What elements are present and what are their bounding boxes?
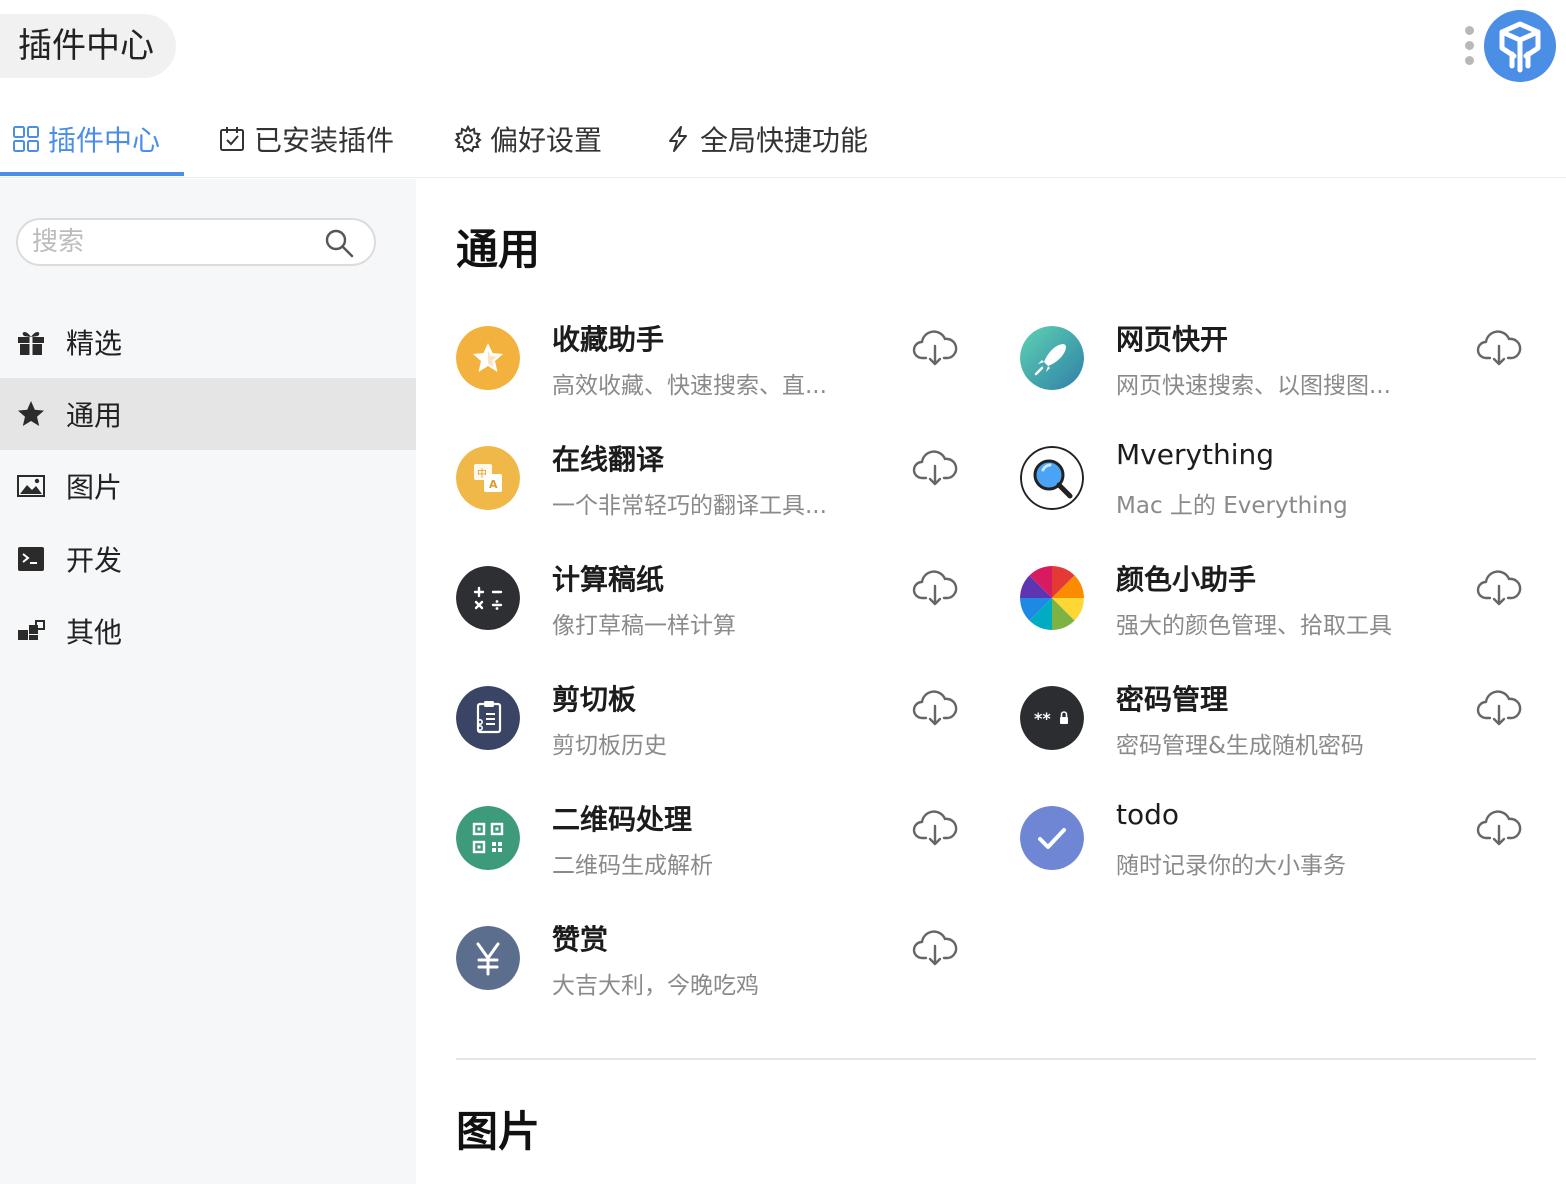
sidebar-item-label: 开发 (66, 544, 123, 577)
plugin-description: 像打草稿一样计算 (552, 613, 736, 639)
plugin-card-calculator[interactable]: 计算稿纸 像打草稿一样计算 (456, 558, 976, 658)
plugin-card-web-launcher[interactable]: 网页快开 网页快速搜索、以图搜图... (1020, 318, 1540, 418)
download-cloud-icon[interactable] (1476, 688, 1522, 728)
tab-global-shortcuts[interactable]: 全局快捷功能 (664, 100, 868, 178)
plugin-card-todo[interactable]: todo 随时记录你的大小事务 (1020, 798, 1540, 898)
calculator-icon (456, 566, 520, 630)
sidebar-item-label: 其他 (66, 616, 123, 649)
plugin-name: 网页快开 (1116, 323, 1229, 356)
download-cloud-icon[interactable] (912, 328, 958, 368)
tab-label: 插件中心 (48, 124, 161, 157)
download-cloud-icon[interactable] (912, 928, 958, 968)
rocket-icon (1020, 326, 1084, 390)
image-icon (16, 471, 46, 501)
plugin-card-clipboard[interactable]: 剪切板 剪切板历史 (456, 678, 976, 778)
tab-label: 已安装插件 (254, 124, 395, 157)
plugin-name: 密码管理 (1116, 683, 1229, 716)
plugin-description: 剪切板历史 (552, 733, 667, 759)
plugin-name: 赞赏 (552, 923, 609, 956)
download-cloud-icon[interactable] (912, 688, 958, 728)
sidebar-item-label: 精选 (66, 327, 123, 360)
plugin-description: 随时记录你的大小事务 (1116, 853, 1346, 879)
plugin-name: 二维码处理 (552, 803, 693, 836)
plugin-card-bookmarks[interactable]: 收藏助手 高效收藏、快速搜索、直... (456, 318, 976, 418)
tab-installed-plugins[interactable]: 已安装插件 (218, 100, 394, 178)
sidebar: 精选 通用 图片 (0, 179, 416, 1184)
plugin-description: 网页快速搜索、以图搜图... (1116, 373, 1391, 399)
tab-plugin-center[interactable]: 插件中心 (12, 100, 160, 178)
terminal-icon (16, 544, 46, 574)
plugin-card-color-helper[interactable]: 颜色小助手 强大的颜色管理、拾取工具 (1020, 558, 1540, 658)
plugin-name: 颜色小助手 (1116, 563, 1257, 596)
sidebar-item-featured[interactable]: 精选 (0, 306, 416, 378)
plugin-card-translate[interactable]: 中 A 在线翻译 一个非常轻巧的翻译工具... (456, 438, 976, 538)
plugin-description: Mac 上的 Everything (1116, 493, 1348, 519)
lightning-icon (669, 126, 687, 152)
download-cloud-icon[interactable] (1476, 328, 1522, 368)
svg-text:A: A (489, 478, 498, 491)
active-tab-indicator (0, 172, 184, 176)
tab-preferences[interactable]: 偏好设置 (454, 100, 602, 178)
app-logo-icon[interactable] (1484, 10, 1556, 82)
plugin-description: 强大的颜色管理、拾取工具 (1116, 613, 1392, 639)
qrcode-icon (456, 806, 520, 870)
section-divider (456, 1058, 1536, 1060)
sidebar-item-label: 图片 (66, 471, 123, 504)
magnifier-icon (1020, 446, 1084, 510)
download-cloud-icon[interactable] (912, 808, 958, 848)
search-icon[interactable] (324, 228, 354, 258)
section-title-general: 通用 (456, 225, 541, 274)
grid-icon (13, 126, 39, 152)
plugin-name: Mverything (1116, 438, 1275, 471)
sidebar-item-images[interactable]: 图片 (0, 450, 416, 522)
plugin-name: 在线翻译 (552, 443, 665, 476)
search-box (16, 218, 376, 266)
download-cloud-icon[interactable] (912, 448, 958, 488)
calendar-check-icon (220, 127, 244, 151)
plugin-description: 密码管理&生成随机密码 (1116, 733, 1364, 759)
yen-icon (456, 926, 520, 990)
svg-text:中: 中 (477, 467, 487, 480)
color-wheel-icon (1020, 566, 1084, 630)
download-cloud-icon[interactable] (1476, 568, 1522, 608)
page-title: 插件中心 (0, 14, 176, 78)
plugin-description: 高效收藏、快速搜索、直... (552, 373, 827, 399)
plugin-name: 剪切板 (552, 683, 637, 716)
download-cloud-icon[interactable] (1476, 808, 1522, 848)
plugin-description: 一个非常轻巧的翻译工具... (552, 493, 827, 519)
plugin-card-qrcode[interactable]: 二维码处理 二维码生成解析 (456, 798, 976, 898)
section-title-images: 图片 (456, 1107, 541, 1156)
plugin-name: todo (1116, 798, 1180, 831)
search-input[interactable] (32, 224, 322, 260)
plugin-card-password[interactable]: ** 密码管理 密码管理&生成随机密码 (1020, 678, 1540, 778)
plugin-name: 计算稿纸 (552, 563, 665, 596)
sidebar-item-label: 通用 (66, 399, 123, 432)
plugin-description: 二维码生成解析 (552, 853, 713, 879)
sidebar-item-development[interactable]: 开发 (0, 523, 416, 595)
clipboard-icon (456, 686, 520, 750)
plugin-name: 收藏助手 (552, 323, 665, 356)
tab-label: 全局快捷功能 (700, 124, 869, 157)
gear-icon (454, 125, 482, 153)
plugin-description: 大吉大利，今晚吃鸡 (552, 973, 759, 999)
check-icon (1020, 806, 1084, 870)
translate-icon: 中 A (456, 446, 520, 510)
plugin-card-tip[interactable]: 赞赏 大吉大利，今晚吃鸡 (456, 918, 976, 1018)
gift-icon (16, 327, 46, 357)
plugin-card-mverything[interactable]: Mverything Mac 上的 Everything (1020, 438, 1540, 538)
tab-label: 偏好设置 (490, 124, 603, 157)
sidebar-item-other[interactable]: 其他 (0, 595, 416, 667)
password-icon: ** (1020, 686, 1084, 750)
download-cloud-icon[interactable] (912, 568, 958, 608)
top-tabs: 插件中心 已安装插件 偏好设置 全局快捷功能 (0, 100, 1566, 178)
sidebar-item-general[interactable]: 通用 (0, 378, 416, 450)
plugin-center-window: 插件中心 插件中心 已安装插件 偏好设置 全局快捷功能 搜索 精选 通用 图片 … (0, 0, 1566, 1184)
star-bookmark-icon (456, 326, 520, 390)
blocks-icon (16, 616, 46, 646)
star-icon (16, 399, 46, 429)
more-menu-icon[interactable] (1456, 26, 1482, 70)
svg-text:**: ** (1034, 709, 1051, 728)
